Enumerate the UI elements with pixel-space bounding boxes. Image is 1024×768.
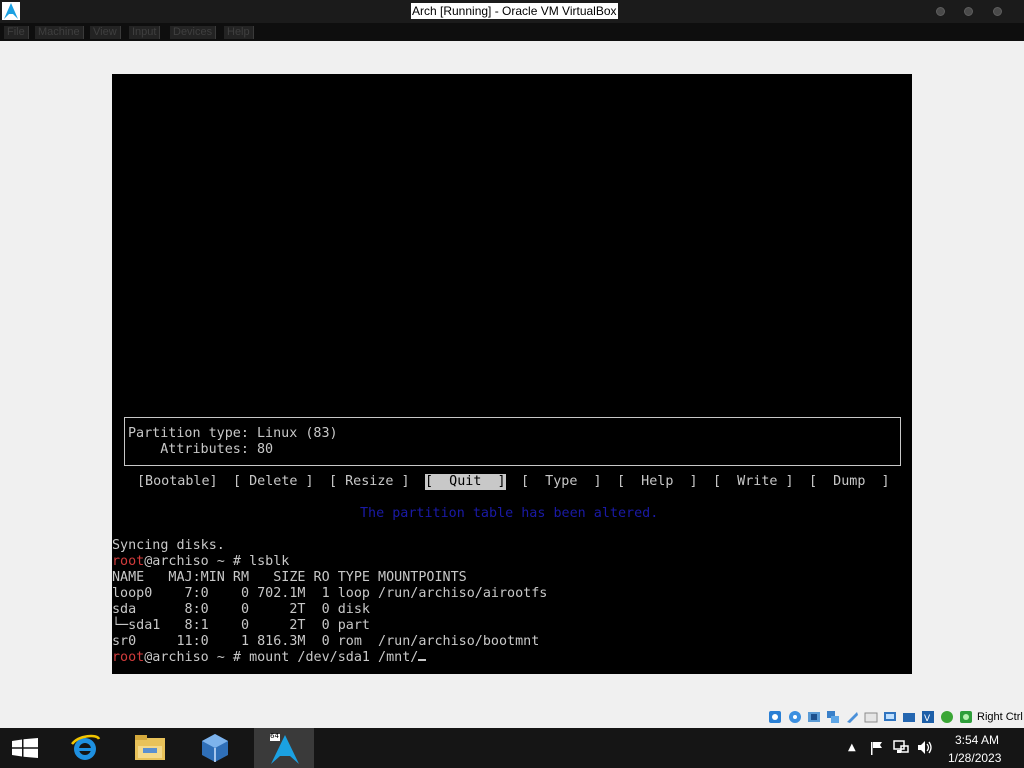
clock-time[interactable]: 3:54 AM	[955, 733, 999, 747]
taskbar-arch-vm[interactable]: 64	[254, 728, 314, 768]
type-button[interactable]: [ Type ]	[521, 474, 602, 490]
taskbar: 64 ▲	[0, 728, 1024, 768]
video-capture-icon[interactable]	[902, 710, 916, 724]
action-center-flag-icon[interactable]	[870, 741, 884, 755]
menu-machine[interactable]: Machine	[35, 26, 84, 39]
window-title: Arch [Running] - Oracle VM VirtualBox	[411, 3, 618, 19]
prompt-user: root	[112, 650, 145, 665]
lsblk-row: sda 8:0 0 2T 0 disk	[112, 602, 370, 617]
menu-help[interactable]: Help	[224, 26, 254, 39]
menu-input[interactable]: Input	[129, 26, 161, 39]
shared-folders-icon[interactable]	[864, 710, 878, 724]
vm-display[interactable]: Partition type: Linux (83) Attributes: 8…	[112, 74, 912, 674]
syncing-line: Syncing disks.	[112, 538, 225, 553]
menu-file[interactable]: File	[4, 26, 29, 39]
menu-bar: File Machine View Input Devices Help	[0, 23, 1024, 41]
prompt-line-2: root@archiso ~ # mount /dev/sda1 /mnt/	[112, 650, 427, 666]
dump-button[interactable]: [ Dump ]	[809, 474, 890, 490]
mouse-integration-icon[interactable]	[959, 710, 973, 724]
taskbar-file-explorer[interactable]	[120, 728, 180, 768]
network-tray-icon[interactable]	[893, 740, 909, 755]
prompt-line-1: root@archiso ~ # lsblk	[112, 554, 289, 570]
partition-type-text: Partition type: Linux (83)	[128, 426, 338, 441]
lsblk-header: NAME MAJ:MIN RM SIZE RO TYPE MOUNTPOINTS	[112, 570, 467, 585]
resize-button[interactable]: [ Resize ]	[329, 474, 410, 490]
arch-icon	[2, 2, 20, 20]
volume-icon[interactable]	[917, 740, 933, 755]
text-cursor	[418, 659, 427, 661]
minimize-button[interactable]	[936, 7, 945, 16]
usb-icon[interactable]	[845, 710, 859, 724]
start-windows-icon[interactable]	[11, 738, 39, 758]
bootable-button[interactable]: [Bootable]	[137, 474, 218, 490]
lsblk-row: loop0 7:0 0 702.1M 1 loop /run/archiso/a…	[112, 586, 548, 601]
delete-button[interactable]: [ Delete ]	[233, 474, 314, 490]
audio-icon[interactable]	[807, 710, 821, 724]
menu-devices[interactable]: Devices	[170, 26, 217, 39]
internet-explorer-icon	[71, 734, 101, 760]
command-text: lsblk	[249, 554, 290, 569]
prompt-user: root	[112, 554, 145, 569]
prompt-host: @archiso ~ #	[144, 650, 250, 665]
host-key-label: Right Ctrl	[977, 711, 1023, 723]
menu-view[interactable]: View	[90, 26, 121, 39]
command-text: mount /dev/sda1 /mnt/	[249, 650, 419, 665]
prompt-host: @archiso ~ #	[144, 554, 250, 569]
maximize-button[interactable]	[964, 7, 973, 16]
help-button[interactable]: [ Help ]	[617, 474, 698, 490]
vbox-64-badge: 64	[270, 732, 279, 740]
virtualbox-icon	[202, 734, 228, 762]
optical-drive-icon[interactable]	[788, 710, 802, 724]
clock-date[interactable]: 1/28/2023	[948, 751, 1001, 765]
display-icon[interactable]	[883, 710, 897, 724]
lsblk-row: sr0 11:0 1 816.3M 0 rom /run/archiso/boo…	[112, 634, 540, 649]
status-message: The partition table has been altered.	[360, 506, 659, 521]
lsblk-row: └─sda1 8:1 0 2T 0 part	[112, 618, 370, 633]
show-hidden-icons-chevron-icon[interactable]: ▲	[848, 741, 856, 755]
file-explorer-icon	[135, 735, 165, 760]
network-icon[interactable]	[826, 710, 840, 724]
hard-disk-icon[interactable]	[768, 710, 782, 724]
close-button[interactable]	[993, 7, 1002, 16]
taskbar-virtualbox-manager[interactable]	[185, 728, 245, 768]
title-bar: Arch [Running] - Oracle VM VirtualBox	[0, 0, 1024, 23]
quit-button[interactable]: [ Quit ]	[425, 474, 506, 490]
virtualization-icon[interactable]: V	[921, 710, 935, 724]
svg-text:V: V	[924, 714, 931, 724]
write-button[interactable]: [ Write ]	[713, 474, 794, 490]
attributes-text: Attributes: 80	[128, 442, 274, 457]
guest-additions-icon[interactable]	[940, 710, 954, 724]
taskbar-internet-explorer[interactable]	[55, 728, 115, 768]
